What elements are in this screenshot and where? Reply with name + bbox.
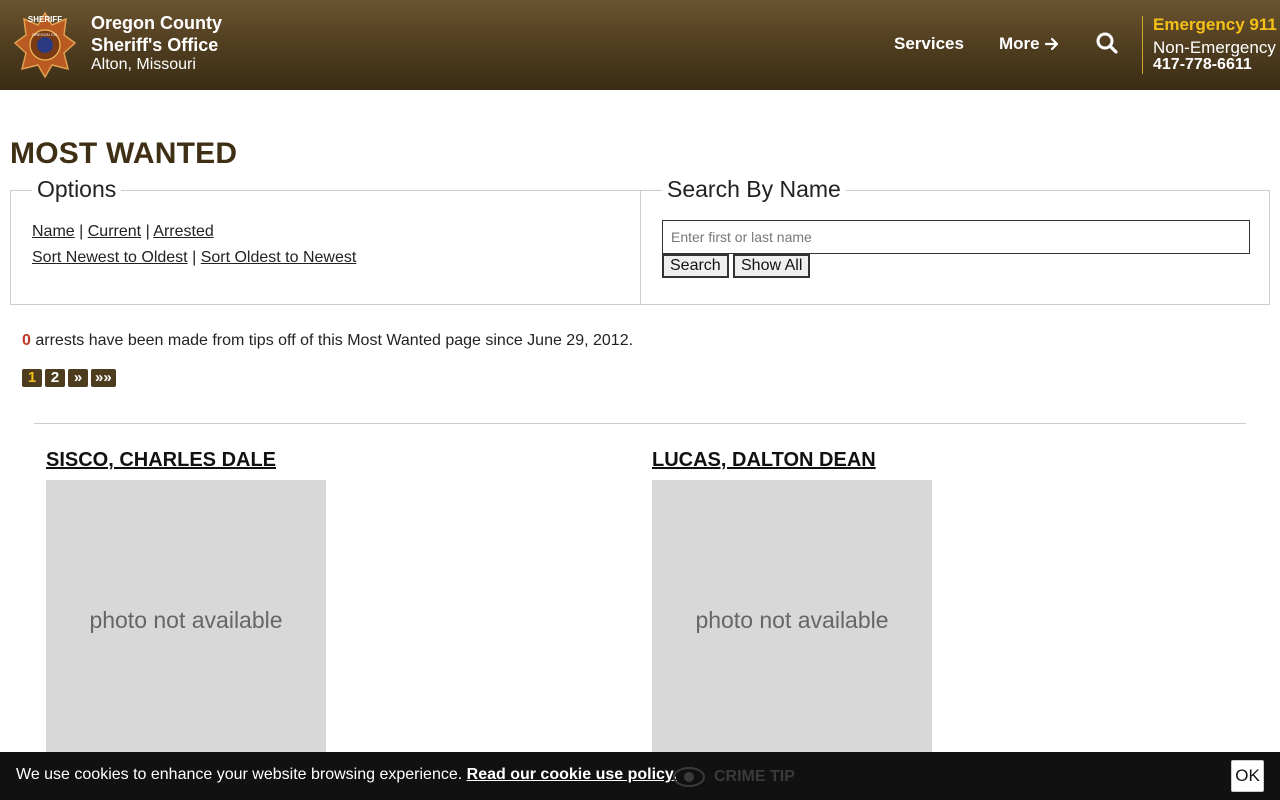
separator: | bbox=[79, 223, 84, 240]
separator: | bbox=[192, 249, 197, 266]
crime-tip-label: CRIME TIP bbox=[714, 768, 795, 785]
emergency-number[interactable]: Emergency 911 bbox=[1153, 15, 1277, 35]
arrow-right-icon bbox=[1044, 37, 1058, 51]
eye-icon bbox=[673, 767, 705, 787]
nav-more-label: More bbox=[999, 34, 1040, 53]
options-panel: Options Name | Current | Arrested Sort N… bbox=[10, 176, 641, 305]
show-all-button[interactable]: Show All bbox=[733, 254, 811, 278]
wanted-photo-placeholder[interactable]: photo not available bbox=[46, 480, 326, 760]
arrests-text: arrests have been made from tips off of … bbox=[35, 332, 634, 349]
svg-text:SHERIFF: SHERIFF bbox=[28, 15, 62, 24]
cookie-message: We use cookies to enhance your website b… bbox=[16, 766, 677, 784]
filter-name-link[interactable]: Name bbox=[32, 223, 75, 240]
last-page-button[interactable]: »» bbox=[91, 369, 116, 387]
nav-more-link[interactable]: More bbox=[999, 34, 1060, 54]
sort-newest-link[interactable]: Sort Newest to Oldest bbox=[32, 249, 188, 266]
header-divider bbox=[1142, 16, 1143, 74]
search-icon[interactable] bbox=[1095, 31, 1119, 55]
cookie-ok-button[interactable]: OK bbox=[1231, 760, 1264, 792]
non-emergency-phone[interactable]: 417-778-6611 bbox=[1153, 56, 1252, 74]
photo-placeholder-text: photo not available bbox=[695, 606, 889, 633]
page-2-button[interactable]: 2 bbox=[45, 369, 65, 387]
arrests-count: 0 bbox=[22, 332, 31, 349]
arrests-summary: 0 arrests have been made from tips off o… bbox=[22, 332, 633, 350]
photo-placeholder-text: photo not available bbox=[89, 606, 283, 633]
non-emergency-label: Non-Emergency bbox=[1153, 38, 1276, 57]
search-panel: Search By Name Search Show All bbox=[640, 176, 1270, 305]
name-search-input[interactable] bbox=[662, 220, 1250, 254]
page-1-button[interactable]: 1 bbox=[22, 369, 42, 387]
pagination: 1 2 » »» bbox=[22, 369, 116, 387]
site-header: SHERIFF OREGON CO. Oregon County Sheriff… bbox=[0, 0, 1280, 90]
separator: | bbox=[145, 223, 150, 240]
site-brand[interactable]: Oregon County Sheriff's Office Alton, Mi… bbox=[91, 12, 222, 76]
nav-services-link[interactable]: Services bbox=[894, 34, 964, 54]
brand-location: Alton, Missouri bbox=[91, 56, 196, 73]
search-legend: Search By Name bbox=[662, 176, 846, 203]
cookie-policy-link[interactable]: Read our cookie use policy. bbox=[467, 766, 677, 783]
cookie-banner: We use cookies to enhance your website b… bbox=[0, 752, 1280, 800]
filter-current-link[interactable]: Current bbox=[88, 223, 141, 240]
wanted-name-link[interactable]: SISCO, CHARLES DALE bbox=[46, 449, 276, 472]
crime-tip-button[interactable]: CRIME TIP bbox=[672, 766, 795, 788]
svg-text:OREGON CO.: OREGON CO. bbox=[32, 32, 58, 37]
brand-title-line1: Oregon County bbox=[91, 13, 222, 33]
wanted-photo-placeholder[interactable]: photo not available bbox=[652, 480, 932, 760]
cookie-text: We use cookies to enhance your website b… bbox=[16, 766, 463, 783]
page-title: MOST WANTED bbox=[10, 137, 238, 170]
search-button[interactable]: Search bbox=[662, 254, 729, 278]
wanted-name-link[interactable]: LUCAS, DALTON DEAN bbox=[652, 449, 876, 472]
next-page-button[interactable]: » bbox=[68, 369, 88, 387]
brand-title-line2: Sheriff's Office bbox=[91, 35, 219, 55]
filter-links: Name | Current | Arrested bbox=[32, 223, 214, 241]
options-legend: Options bbox=[32, 176, 122, 203]
sort-links: Sort Newest to Oldest | Sort Oldest to N… bbox=[32, 249, 356, 267]
sheriff-badge-logo[interactable]: SHERIFF OREGON CO. bbox=[14, 11, 76, 79]
divider bbox=[34, 423, 1246, 424]
filter-arrested-link[interactable]: Arrested bbox=[153, 223, 213, 240]
sort-oldest-link[interactable]: Sort Oldest to Newest bbox=[201, 249, 357, 266]
